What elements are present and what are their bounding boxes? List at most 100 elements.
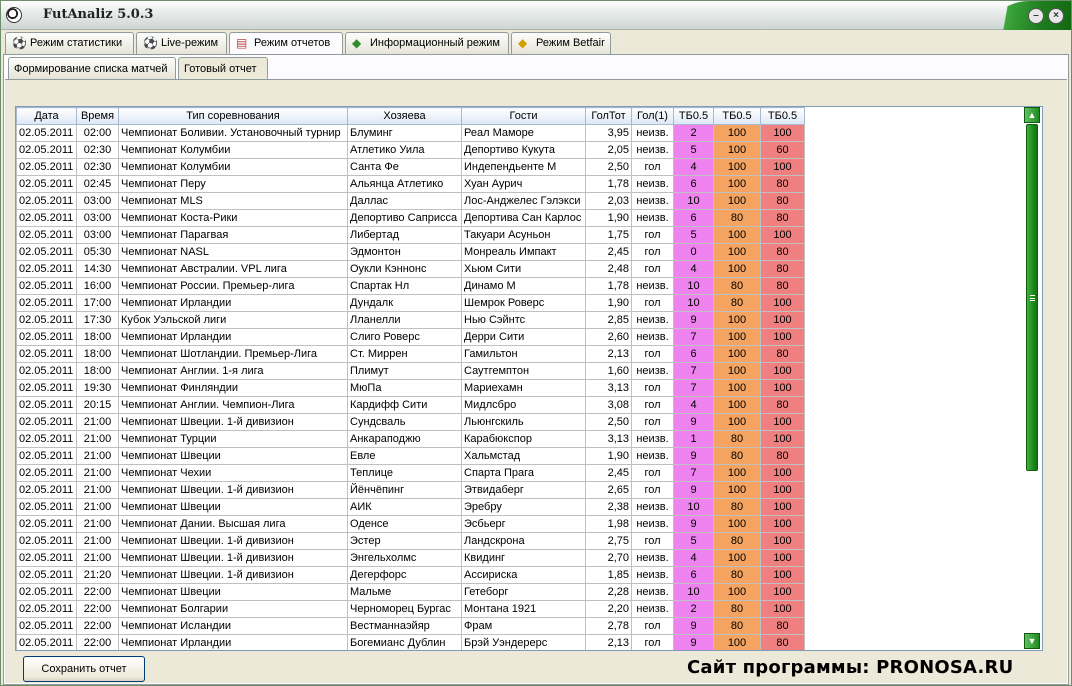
- home-team-cell: Либертад: [347, 226, 462, 244]
- app-window: FutAnaliz 5.0.3 – × ⚽ Режим статистики ⚽…: [0, 0, 1072, 686]
- tb-cell: 4: [673, 396, 714, 414]
- tb-cell: 80: [713, 532, 761, 550]
- table-row[interactable]: 02.05.2011 02:30 Чемпионат Колумбии Атлетик…: [16, 141, 805, 159]
- table-row[interactable]: 02.05.2011 18:00 Чемпионат Шотландии. Прем…: [16, 345, 805, 363]
- away-team-cell: Ландскрона: [461, 532, 586, 550]
- table-row[interactable]: 02.05.2011 14:30 Чемпионат Австралии. VPL …: [16, 260, 805, 278]
- column-header[interactable]: Время: [76, 107, 119, 125]
- column-header[interactable]: Гол(1): [631, 107, 674, 125]
- subtab-ready-report[interactable]: Готовый отчет: [178, 57, 268, 79]
- vertical-scrollbar[interactable]: ▲ ▼: [1023, 107, 1042, 650]
- ball-icon: ⚽: [143, 36, 158, 50]
- tb-cell: 100: [713, 362, 761, 380]
- goal-total-cell: 3,13: [585, 379, 632, 397]
- report-icon: ▤: [236, 36, 248, 50]
- goal-total-cell: 1,90: [585, 447, 632, 465]
- table-row[interactable]: 02.05.2011 02:00 Чемпионат Боливии. Устано…: [16, 124, 805, 142]
- table-row[interactable]: 02.05.2011 18:00 Чемпионат Англии. 1-я лиг…: [16, 362, 805, 380]
- table-row[interactable]: 02.05.2011 20:15 Чемпионат Англии. Чемпион…: [16, 396, 805, 414]
- goal-total-cell: 1,90: [585, 209, 632, 227]
- tb-cell: 7: [673, 362, 714, 380]
- goal-total-cell: 2,75: [585, 532, 632, 550]
- table-row[interactable]: 02.05.2011 16:00 Чемпионат России. Премьер…: [16, 277, 805, 295]
- time-cell: 02:45: [76, 175, 119, 193]
- column-header[interactable]: Хозяева: [347, 107, 462, 125]
- tb-cell: 100: [713, 243, 761, 261]
- away-team-cell: Льюнгскиль: [461, 413, 586, 431]
- column-header[interactable]: ТБ0.5: [760, 107, 805, 125]
- table-row[interactable]: 02.05.2011 21:00 Чемпионат Швеции. 1-й див…: [16, 532, 805, 550]
- table-row[interactable]: 02.05.2011 21:00 Чемпионат Швеции. 1-й див…: [16, 413, 805, 431]
- date-cell: 02.05.2011: [16, 481, 77, 499]
- away-team-cell: Брэй Уэндерерс: [461, 634, 586, 650]
- table-row[interactable]: 02.05.2011 03:00 Чемпионат MLS Даллас Лос-Ан…: [16, 192, 805, 210]
- away-team-cell: Мариехамн: [461, 379, 586, 397]
- table-row[interactable]: 02.05.2011 17:00 Чемпионат Ирландии Дундалк…: [16, 294, 805, 312]
- tb-cell: 100: [760, 532, 805, 550]
- scroll-thumb[interactable]: [1026, 124, 1038, 471]
- tb-cell: 100: [713, 311, 761, 329]
- subtab-build-list[interactable]: Формирование списка матчей: [8, 57, 176, 79]
- tb-cell: 9: [673, 447, 714, 465]
- minimize-icon[interactable]: –: [1028, 8, 1044, 24]
- table-row[interactable]: 02.05.2011 22:00 Чемпионат Ирландии Богемиа…: [16, 634, 805, 650]
- table-row[interactable]: 02.05.2011 19:30 Чемпионат Финляндии МюПа Ма…: [16, 379, 805, 397]
- table-row[interactable]: 02.05.2011 03:00 Чемпионат Коста-Рики Депор…: [16, 209, 805, 227]
- table-row[interactable]: 02.05.2011 02:30 Чемпионат Колумбии Санта Ф…: [16, 158, 805, 176]
- scroll-down-icon[interactable]: ▼: [1024, 633, 1040, 649]
- table-row[interactable]: 02.05.2011 22:00 Чемпионат Болгарии Черномо…: [16, 600, 805, 618]
- table-row[interactable]: 02.05.2011 17:30 Кубок Уэльской лиги Лланел…: [16, 311, 805, 329]
- tab-betfair[interactable]: ◆ Режим Betfair: [511, 32, 611, 54]
- scroll-up-icon[interactable]: ▲: [1024, 107, 1040, 123]
- column-header[interactable]: Гости: [461, 107, 586, 125]
- tb-cell: 80: [760, 617, 805, 635]
- tb-cell: 4: [673, 549, 714, 567]
- tab-info[interactable]: ◆ Информационный режим: [345, 32, 509, 54]
- column-header[interactable]: ТБ0.5: [673, 107, 714, 125]
- tb-cell: 100: [760, 566, 805, 584]
- column-header[interactable]: Тип соревнования: [118, 107, 348, 125]
- table-row[interactable]: 02.05.2011 18:00 Чемпионат Ирландии Слиго Р…: [16, 328, 805, 346]
- table-row[interactable]: 02.05.2011 21:20 Чемпионат Швеции. 1-й див…: [16, 566, 805, 584]
- table-row[interactable]: 02.05.2011 02:45 Чемпионат Перу Альянца Атл…: [16, 175, 805, 193]
- tb-cell: 80: [760, 243, 805, 261]
- table-row[interactable]: 02.05.2011 21:00 Чемпионат Швеции. 1-й див…: [16, 549, 805, 567]
- tb-cell: 100: [713, 141, 761, 159]
- report-table: Дата Время Тип соревнования Хозяева Гости Гол…: [16, 107, 805, 650]
- home-team-cell: Слиго Роверс: [347, 328, 462, 346]
- table-row[interactable]: 02.05.2011 22:00 Чемпионат Исландии Вестман…: [16, 617, 805, 635]
- table-row[interactable]: 02.05.2011 21:00 Чемпионат Дании. Высшая л…: [16, 515, 805, 533]
- close-icon[interactable]: ×: [1048, 8, 1064, 24]
- betfair-icon: ◆: [518, 36, 528, 50]
- column-header[interactable]: ГолТот: [585, 107, 632, 125]
- table-row[interactable]: 02.05.2011 21:00 Чемпионат Швеции АИК Эребру…: [16, 498, 805, 516]
- away-team-cell: Хальмстад: [461, 447, 586, 465]
- time-cell: 22:00: [76, 600, 119, 618]
- save-report-button[interactable]: Сохранить отчет: [23, 656, 145, 682]
- time-cell: 17:30: [76, 311, 119, 329]
- table-row[interactable]: 02.05.2011 22:00 Чемпионат Швеции Мальме Гет…: [16, 583, 805, 601]
- date-cell: 02.05.2011: [16, 430, 77, 448]
- date-cell: 02.05.2011: [16, 617, 77, 635]
- tb-cell: 100: [713, 396, 761, 414]
- goal-first-cell: гол: [631, 294, 674, 312]
- table-row[interactable]: 02.05.2011 21:00 Чемпионат Швеции Евле Хальм…: [16, 447, 805, 465]
- column-header[interactable]: ТБ0.5: [713, 107, 761, 125]
- tab-live[interactable]: ⚽ Live-режим: [136, 32, 227, 54]
- tab-statistics[interactable]: ⚽ Режим статистики: [5, 32, 134, 54]
- table-row[interactable]: 02.05.2011 03:00 Чемпионат Парагвая Либерта…: [16, 226, 805, 244]
- column-header[interactable]: Дата: [16, 107, 77, 125]
- goal-first-cell: гол: [631, 481, 674, 499]
- table-row[interactable]: 02.05.2011 21:00 Чемпионат Чехии Теплице Спа…: [16, 464, 805, 482]
- table-row[interactable]: 02.05.2011 05:30 Чемпионат NASL Эдмонтон Мон…: [16, 243, 805, 261]
- date-cell: 02.05.2011: [16, 124, 77, 142]
- date-cell: 02.05.2011: [16, 175, 77, 193]
- table-row[interactable]: 02.05.2011 21:00 Чемпионат Турции Анкарапод…: [16, 430, 805, 448]
- tab-reports[interactable]: ▤ Режим отчетов: [229, 32, 343, 55]
- home-team-cell: Плимут: [347, 362, 462, 380]
- home-team-cell: Даллас: [347, 192, 462, 210]
- time-cell: 21:00: [76, 447, 119, 465]
- competition-cell: Чемпионат России. Премьер-лига: [118, 277, 348, 295]
- tb-cell: 9: [673, 515, 714, 533]
- table-row[interactable]: 02.05.2011 21:00 Чемпионат Швеции. 1-й див…: [16, 481, 805, 499]
